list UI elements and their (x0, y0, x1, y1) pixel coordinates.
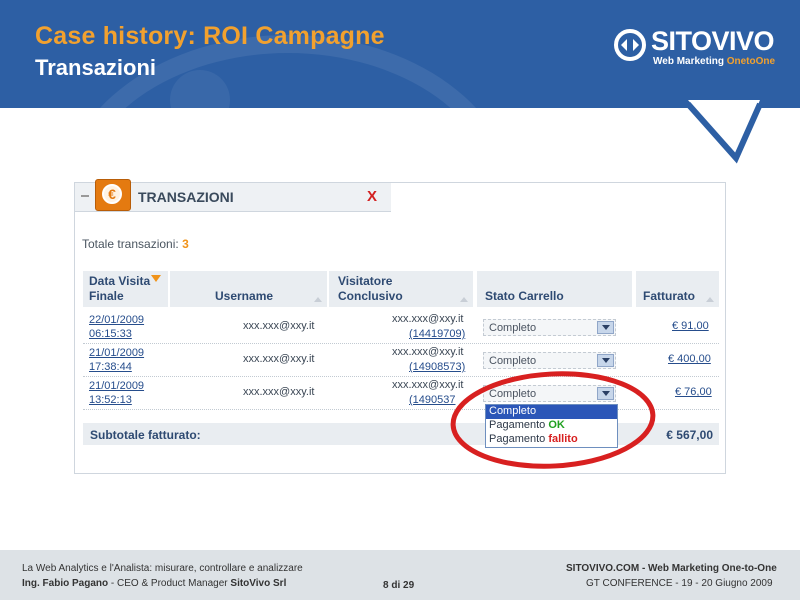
transactions-count: 3 (182, 237, 189, 251)
sort-icon (706, 297, 714, 302)
subtotal-row: Subtotale fatturato: € 567,00 (83, 423, 719, 445)
sitovivo-logo: SITOVIVO Web Marketing OnetoOne (613, 26, 783, 71)
cart-status-select[interactable]: Completo (483, 319, 616, 336)
sort-desc-icon (151, 275, 161, 282)
visit-date-link[interactable]: 21/01/2009 (89, 347, 144, 359)
panel-title: TRANSAZIONI (138, 189, 234, 205)
cart-status-select[interactable]: Completo (483, 352, 616, 369)
slide-title: Case history: ROI Campagne (35, 22, 385, 50)
column-header-date[interactable]: Data Visita Finale (83, 271, 168, 307)
visitor-id-link[interactable]: (1490537 (409, 394, 456, 406)
visit-time-link[interactable]: 17:38:44 (89, 361, 132, 373)
panel-header: € TRANSAZIONI X (75, 179, 391, 212)
option-completo[interactable]: Completo (486, 405, 617, 419)
option-pagamento-ok[interactable]: Pagamento OK (486, 419, 617, 433)
cart-status-select-open[interactable]: Completo (483, 385, 616, 402)
footer-page-number: 8 di 29 (383, 580, 415, 591)
cart-status-dropdown: Completo Pagamento OK Pagamento fallito (485, 404, 618, 448)
logo-mark-icon (614, 29, 646, 61)
visitor-email: xxx.xxx@xxy.it (392, 379, 464, 391)
visitor-email: xxx.xxx@xxy.it (392, 346, 464, 358)
username-cell: xxx.xxx@xxy.it (243, 353, 315, 365)
transactions-panel: € TRANSAZIONI X Totale transazioni: 3 Da… (74, 179, 726, 474)
visit-time-link[interactable]: 13:52:13 (89, 394, 132, 406)
chevron-down-icon[interactable] (597, 354, 614, 367)
logo-tagline: Web Marketing OnetoOne (653, 56, 776, 67)
visit-date-link[interactable]: 21/01/2009 (89, 380, 144, 392)
table-row: 21/01/2009 17:38:44 xxx.xxx@xxy.it xxx.x… (83, 344, 719, 377)
subtotal-value: € 567,00 (666, 428, 713, 442)
visit-time-link[interactable]: 06:15:33 (89, 328, 132, 340)
column-header-revenue[interactable]: Fatturato (636, 271, 719, 307)
username-cell: xxx.xxx@xxy.it (243, 320, 315, 332)
visit-date-link[interactable]: 22/01/2009 (89, 314, 144, 326)
option-pagamento-fallito[interactable]: Pagamento fallito (486, 433, 617, 447)
column-header-visitor[interactable]: Visitatore Conclusivo (329, 271, 473, 307)
chevron-down-icon[interactable] (597, 321, 614, 334)
close-icon[interactable]: X (367, 188, 377, 205)
visitor-id-link[interactable]: (14419709) (409, 328, 465, 340)
table-row: 22/01/2009 06:15:33 xxx.xxx@xxy.it xxx.x… (83, 311, 719, 344)
slide-header: Case history: ROI Campagne Transazioni S… (0, 0, 800, 108)
revenue-link[interactable]: € 400,00 (668, 353, 711, 365)
subtotal-label: Subtotale fatturato: (90, 428, 201, 442)
footer-conference: GT CONFERENCE - 19 - 20 Giugno 2009 (586, 578, 773, 589)
table-row: 21/01/2009 13:52:13 xxx.xxx@xxy.it xxx.x… (83, 377, 719, 410)
collapse-icon[interactable] (81, 195, 89, 197)
footer-talk-title: La Web Analytics e l'Analista: misurare,… (22, 563, 303, 574)
username-cell: xxx.xxx@xxy.it (243, 386, 315, 398)
visitor-id-link[interactable]: (14908573) (409, 361, 465, 373)
footer-author: Ing. Fabio Pagano - CEO & Product Manage… (22, 578, 287, 589)
transactions-total: Totale transazioni: 3 (82, 237, 189, 251)
footer-site: SITOVIVO.COM - Web Marketing One-to-One (566, 563, 777, 574)
revenue-link[interactable]: € 76,00 (675, 386, 712, 398)
euro-icon: € (95, 179, 131, 211)
chevron-down-icon[interactable] (597, 387, 614, 400)
slide-footer: La Web Analytics e l'Analista: misurare,… (0, 550, 800, 600)
sort-icon (314, 297, 322, 302)
logo-name: SITOVIVO (651, 26, 775, 56)
visitor-email: xxx.xxx@xxy.it (392, 313, 464, 325)
column-header-username[interactable]: Username (170, 271, 327, 307)
slide-subtitle: Transazioni (35, 55, 157, 80)
column-header-status[interactable]: Stato Carrello (477, 271, 632, 307)
sort-icon (460, 297, 468, 302)
revenue-link[interactable]: € 91,00 (672, 320, 709, 332)
